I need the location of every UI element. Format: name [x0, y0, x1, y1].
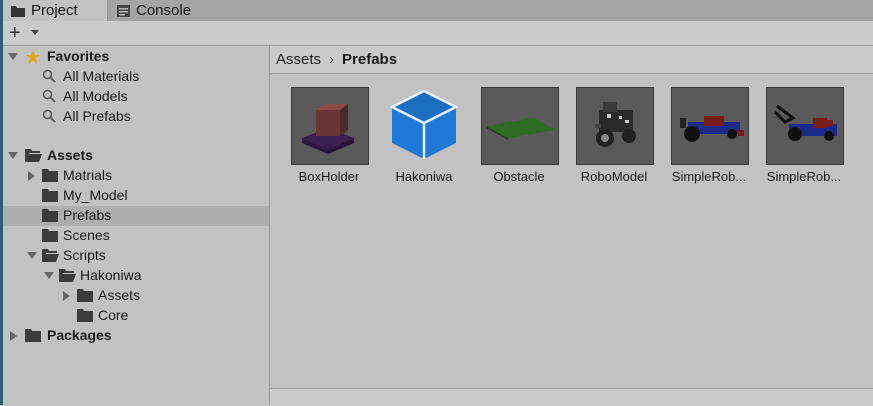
search-icon	[42, 109, 56, 123]
folder-tree: Favorites All Materials All Models All P…	[3, 46, 270, 405]
tree-item-assets[interactable]: Assets	[3, 146, 269, 166]
prefab-icon	[386, 87, 462, 163]
tree-item-prefabs[interactable]: Prefabs	[3, 206, 269, 226]
asset-robomodel[interactable]: RoboModel	[569, 87, 657, 187]
breadcrumb: Assets › Prefabs	[270, 46, 873, 74]
asset-label: SimpleRob...	[671, 169, 747, 184]
tree-item-all-materials[interactable]: All Materials	[3, 67, 269, 87]
asset-label: BoxHolder	[298, 169, 360, 184]
chevron-down-icon[interactable]	[31, 30, 39, 35]
packages-label: Packages	[47, 327, 112, 343]
tree-item-hakoniwa-assets[interactable]: Assets	[3, 286, 269, 306]
tree-item-label: All Materials	[63, 68, 140, 84]
tree-item-label: Assets	[98, 287, 141, 303]
search-icon	[42, 69, 56, 83]
asset-simplerobot-1[interactable]: SimpleRob...	[664, 87, 752, 187]
prefab-thumbnail	[576, 87, 654, 165]
asset-label: RoboModel	[580, 169, 648, 184]
asset-label: Obstacle	[493, 169, 545, 184]
tree-item-matrials[interactable]: Matrials	[3, 166, 269, 186]
expand-arrow-icon[interactable]	[44, 272, 54, 279]
folder-icon	[77, 289, 93, 302]
favorites-label: Favorites	[47, 48, 110, 64]
prefab-thumbnail	[766, 87, 844, 165]
tree-item-my-model[interactable]: My_Model	[3, 186, 269, 206]
tree-item-scenes[interactable]: Scenes	[3, 226, 269, 246]
folder-icon	[42, 169, 58, 182]
breadcrumb-prefabs[interactable]: Prefabs	[342, 51, 397, 68]
expand-arrow-icon[interactable]	[10, 331, 17, 341]
open-folder-icon	[59, 269, 76, 282]
expand-arrow-icon[interactable]	[8, 152, 18, 159]
create-button[interactable]: +	[9, 23, 21, 43]
tree-item-label: All Models	[63, 88, 128, 104]
folder-icon	[25, 329, 41, 342]
tab-project-label: Project	[31, 2, 78, 19]
tab-project[interactable]: Project	[3, 0, 108, 21]
star-icon	[26, 50, 40, 64]
tree-item-all-models[interactable]: All Models	[3, 87, 269, 107]
tree-item-hakoniwa[interactable]: Hakoniwa	[3, 266, 269, 286]
tree-item-label: Prefabs	[63, 207, 112, 223]
asset-boxholder[interactable]: BoxHolder	[284, 87, 372, 187]
tree-item-label: All Prefabs	[63, 108, 131, 124]
project-toolbar: +	[3, 21, 873, 46]
expand-arrow-icon[interactable]	[27, 252, 37, 259]
tree-item-core[interactable]: Core	[3, 306, 269, 326]
status-bar	[270, 388, 873, 406]
asset-simplerobot-2[interactable]: SimpleRob...	[759, 87, 847, 187]
tab-bar: Project Console	[3, 0, 873, 21]
tree-item-favorites[interactable]: Favorites	[3, 47, 269, 67]
expand-arrow-icon[interactable]	[28, 171, 35, 181]
chevron-right-icon: ›	[329, 51, 335, 68]
folder-icon	[11, 5, 25, 17]
folder-icon	[77, 309, 93, 322]
asset-obstacle[interactable]: Obstacle	[474, 87, 562, 187]
asset-hakoniwa[interactable]: Hakoniwa	[379, 87, 467, 187]
prefab-thumbnail	[291, 87, 369, 165]
tree-item-label: My_Model	[63, 187, 128, 203]
open-folder-icon	[25, 149, 42, 162]
folder-icon	[42, 189, 58, 202]
tab-console-label: Console	[136, 2, 192, 19]
asset-label: Hakoniwa	[395, 169, 453, 184]
asset-label: SimpleRob...	[766, 169, 842, 184]
breadcrumb-assets[interactable]: Assets	[276, 51, 321, 68]
tree-item-label: Scenes	[63, 227, 110, 243]
open-folder-icon	[42, 249, 59, 262]
prefab-thumbnail	[481, 87, 559, 165]
tree-item-label: Scripts	[63, 247, 106, 263]
tree-item-label: Hakoniwa	[80, 267, 142, 283]
expand-arrow-icon[interactable]	[8, 53, 18, 60]
tree-item-scripts[interactable]: Scripts	[3, 246, 269, 266]
folder-icon	[42, 229, 58, 242]
console-icon	[117, 4, 130, 17]
expand-arrow-icon[interactable]	[63, 291, 70, 301]
prefab-thumbnail	[671, 87, 749, 165]
tree-item-packages[interactable]: Packages	[3, 326, 269, 346]
folder-icon	[42, 209, 58, 222]
assets-label: Assets	[47, 147, 93, 163]
asset-grid: BoxHolder Hakoniwa Obstacle RoboModel Si…	[270, 74, 873, 388]
tree-item-all-prefabs[interactable]: All Prefabs	[3, 107, 269, 127]
tree-item-label: Core	[98, 307, 129, 323]
search-icon	[42, 89, 56, 103]
tab-console[interactable]: Console	[109, 0, 219, 21]
tree-item-label: Matrials	[63, 167, 113, 183]
